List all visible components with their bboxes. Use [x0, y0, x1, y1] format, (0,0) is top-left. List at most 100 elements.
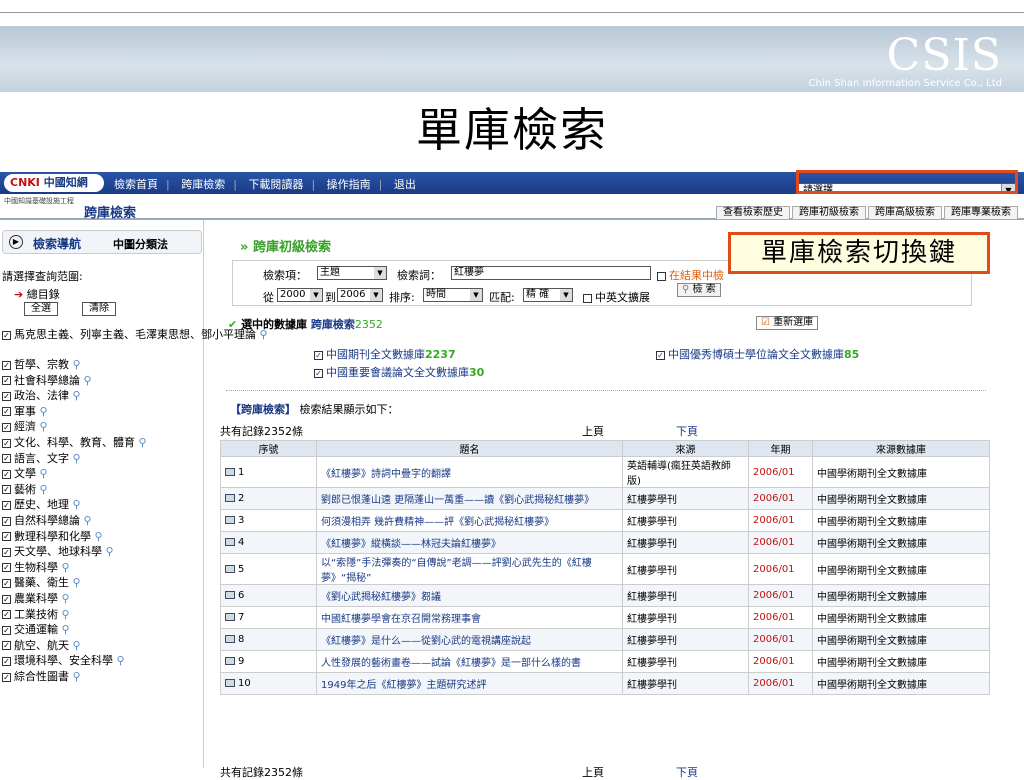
- tab-basic[interactable]: 跨庫初級檢索: [792, 206, 866, 220]
- document-icon[interactable]: [225, 613, 235, 621]
- document-icon[interactable]: [225, 467, 235, 476]
- magnifier-icon[interactable]: ⚲: [58, 592, 69, 605]
- magnifier-icon[interactable]: ⚲: [36, 467, 47, 480]
- selected-link[interactable]: 跨庫檢索: [311, 318, 355, 331]
- category-item[interactable]: ✓ 天文學、地球科學 ⚲: [2, 543, 114, 559]
- nav-download-reader[interactable]: 下載閱讀器: [244, 178, 307, 191]
- document-icon[interactable]: [225, 516, 235, 524]
- table-row[interactable]: 7 中國紅樓夢學會在京召開常務理事會 紅樓夢學刊 2006/01 中國學術期刊全文數據庫: [220, 606, 990, 629]
- prev-page-link[interactable]: 上頁: [582, 764, 604, 780]
- category-item[interactable]: ✓ 數理科學和化學 ⚲: [2, 528, 103, 544]
- select-all-button[interactable]: 全選: [24, 302, 58, 316]
- category-item[interactable]: ✓ 綜合性圖書 ⚲: [2, 668, 81, 684]
- db-item-conference[interactable]: ✓ 中國重要會議論文全文數據庫30: [314, 364, 484, 380]
- magnifier-icon[interactable]: ⚲: [58, 608, 69, 621]
- cnki-logo[interactable]: CNKI 中國知網: [4, 174, 104, 192]
- magnifier-icon[interactable]: ⚲: [69, 498, 80, 511]
- table-row[interactable]: 8 《紅樓夢》是什么——從劉心武的電視講座說起 紅樓夢學刊 2006/01 中國學術期刊…: [220, 628, 990, 651]
- category-item[interactable]: ✓ 經濟 ⚲: [2, 418, 48, 434]
- table-row[interactable]: 2 劉郎已恨蓬山遠 更隔蓬山一萬重——讀《劉心武揭秘紅樓夢》 紅樓夢學刊 2006/0…: [220, 487, 990, 510]
- nav-cross-search[interactable]: 跨庫檢索: [177, 178, 229, 191]
- category-item[interactable]: ✓ 自然科學總論 ⚲: [2, 512, 92, 528]
- search-button[interactable]: ⚲ 檢 索: [677, 283, 721, 297]
- document-icon[interactable]: [225, 679, 235, 687]
- document-icon[interactable]: [225, 564, 235, 573]
- row-title-cell[interactable]: 人性發展的藝術畫卷——試論《紅樓夢》是一部什么樣的書: [316, 650, 623, 673]
- magnifier-icon[interactable]: ⚲: [36, 483, 47, 496]
- magnifier-icon[interactable]: ⚲: [58, 561, 69, 574]
- db-item-journal[interactable]: ✓ 中國期刊全文數據庫2237: [314, 346, 456, 362]
- category-item[interactable]: ✓ 環境科學、安全科學 ⚲: [2, 652, 125, 668]
- row-title-cell[interactable]: 《劉心武揭秘紅樓夢》芻議: [316, 584, 623, 607]
- category-item[interactable]: ✓ 藝術 ⚲: [2, 481, 48, 497]
- table-row[interactable]: 10 1949年之后《紅樓夢》主題研究述評 紅樓夢學刊 2006/01 中國學術期刊全文…: [220, 672, 990, 695]
- category-item[interactable]: ✓ 文化、科學、教育、體育 ⚲: [2, 434, 147, 450]
- clear-button[interactable]: 清除: [82, 302, 116, 316]
- document-icon[interactable]: [225, 635, 235, 643]
- tab-expert[interactable]: 跨庫專業檢索: [944, 206, 1018, 220]
- magnifier-icon[interactable]: ⚲: [69, 639, 80, 652]
- table-row[interactable]: 4 《紅樓夢》縱橫談——林冠夫論紅樓夢》 紅樓夢學刊 2006/01 中國學術期刊全文數…: [220, 531, 990, 554]
- magnifier-icon[interactable]: ⚲: [113, 654, 124, 667]
- to-year-select[interactable]: 2006 ▼: [337, 288, 383, 302]
- row-title-cell[interactable]: 《紅樓夢》縱橫談——林冠夫論紅樓夢》: [316, 531, 623, 554]
- category-item[interactable]: ✓ 哲學、宗教 ⚲: [2, 356, 81, 372]
- category-item[interactable]: ✓ 生物科學 ⚲: [2, 559, 70, 575]
- next-page-link[interactable]: 下頁: [676, 423, 698, 439]
- play-icon[interactable]: ▶: [9, 235, 23, 249]
- magnifier-icon[interactable]: ⚲: [80, 514, 91, 527]
- magnifier-icon[interactable]: ⚲: [102, 545, 113, 558]
- row-title-cell[interactable]: 1949年之后《紅樓夢》主題研究述評: [316, 672, 623, 695]
- reselect-button[interactable]: ☑ 重新選庫: [756, 316, 819, 330]
- from-year-select[interactable]: 2000 ▼: [277, 288, 323, 302]
- magnifier-icon[interactable]: ⚲: [91, 530, 102, 543]
- tab-advanced[interactable]: 跨庫高級檢索: [868, 206, 942, 220]
- category-item[interactable]: ✓ 軍事 ⚲: [2, 403, 48, 419]
- field-select[interactable]: 主題 ▼: [317, 266, 387, 280]
- prev-page-link[interactable]: 上頁: [582, 423, 604, 439]
- magnifier-icon[interactable]: ⚲: [69, 358, 80, 371]
- sort-select[interactable]: 時間 ▼: [423, 288, 483, 302]
- category-item[interactable]: ✓ 工業技術 ⚲: [2, 606, 70, 622]
- root-item[interactable]: ➔ 總目錄: [14, 286, 60, 302]
- magnifier-icon[interactable]: ⚲: [36, 420, 47, 433]
- row-title-cell[interactable]: 以“索隱”手法彈奏的“自傳說”老調——評劉心武先生的《紅樓夢》“揭秘”: [316, 553, 623, 585]
- category-item[interactable]: ✓ 語言、文字 ⚲: [2, 450, 81, 466]
- nav-guide[interactable]: 操作指南: [323, 178, 375, 191]
- category-item[interactable]: ✓ 歷史、地理 ⚲: [2, 496, 81, 512]
- magnifier-icon[interactable]: ⚲: [80, 374, 91, 387]
- document-icon[interactable]: [225, 494, 235, 502]
- document-icon[interactable]: [225, 657, 235, 665]
- table-row[interactable]: 1 《紅樓夢》詩詞中疊字的翻譯 英語輔導(瘋狂英語教師版) 2006/01 中國學術期刊…: [220, 456, 990, 488]
- table-row[interactable]: 6 《劉心武揭秘紅樓夢》芻議 紅樓夢學刊 2006/01 中國學術期刊全文數據庫: [220, 584, 990, 607]
- tab-history[interactable]: 查看檢索歷史: [716, 206, 790, 220]
- magnifier-icon[interactable]: ⚲: [135, 436, 146, 449]
- document-icon[interactable]: [225, 591, 235, 599]
- category-item[interactable]: ✓ 社會科學總論 ⚲: [2, 372, 92, 388]
- nav-logout[interactable]: 退出: [390, 178, 420, 191]
- category-item[interactable]: ✓ 文學 ⚲: [2, 465, 48, 481]
- term-input[interactable]: 紅樓夢: [451, 266, 651, 280]
- row-title-cell[interactable]: 何須漫相弄 幾許費精神——評《劉心武揭秘紅樓夢》: [316, 509, 623, 532]
- category-item[interactable]: ✓ 交通運輸 ⚲: [2, 621, 70, 637]
- document-icon[interactable]: [225, 538, 235, 546]
- row-title-cell[interactable]: 《紅樓夢》是什么——從劉心武的電視講座說起: [316, 628, 623, 651]
- magnifier-icon[interactable]: ⚲: [69, 576, 80, 589]
- next-page-link[interactable]: 下頁: [676, 764, 698, 780]
- in-results-checkbox[interactable]: 在結果中檢: [657, 267, 724, 283]
- category-item[interactable]: ✓ 航空、航天 ⚲: [2, 637, 81, 653]
- match-select[interactable]: 精 確 ▼: [523, 288, 573, 302]
- row-title-cell[interactable]: 中國紅樓夢學會在京召開常務理事會: [316, 606, 623, 629]
- nav-home[interactable]: 檢索首頁: [110, 178, 162, 191]
- category-item[interactable]: ✓ 醫藥、衛生 ⚲: [2, 574, 81, 590]
- table-row[interactable]: 5 以“索隱”手法彈奏的“自傳說”老調——評劉心武先生的《紅樓夢》“揭秘” 紅樓夢學…: [220, 553, 990, 585]
- magnifier-icon[interactable]: ⚲: [58, 623, 69, 636]
- db-item-thesis[interactable]: ✓ 中國優秀博碩士學位論文全文數據庫85: [656, 346, 859, 362]
- table-row[interactable]: 9 人性發展的藝術畫卷——試論《紅樓夢》是一部什么樣的書 紅樓夢學刊 2006/01 中…: [220, 650, 990, 673]
- category-item[interactable]: ✓ 政治、法律 ⚲: [2, 387, 81, 403]
- magnifier-icon[interactable]: ⚲: [69, 670, 80, 683]
- magnifier-icon[interactable]: ⚲: [69, 389, 80, 402]
- row-title-cell[interactable]: 劉郎已恨蓬山遠 更隔蓬山一萬重——讀《劉心武揭秘紅樓夢》: [316, 487, 623, 510]
- row-title-cell[interactable]: 《紅樓夢》詩詞中疊字的翻譯: [316, 456, 623, 488]
- magnifier-icon[interactable]: ⚲: [69, 452, 80, 465]
